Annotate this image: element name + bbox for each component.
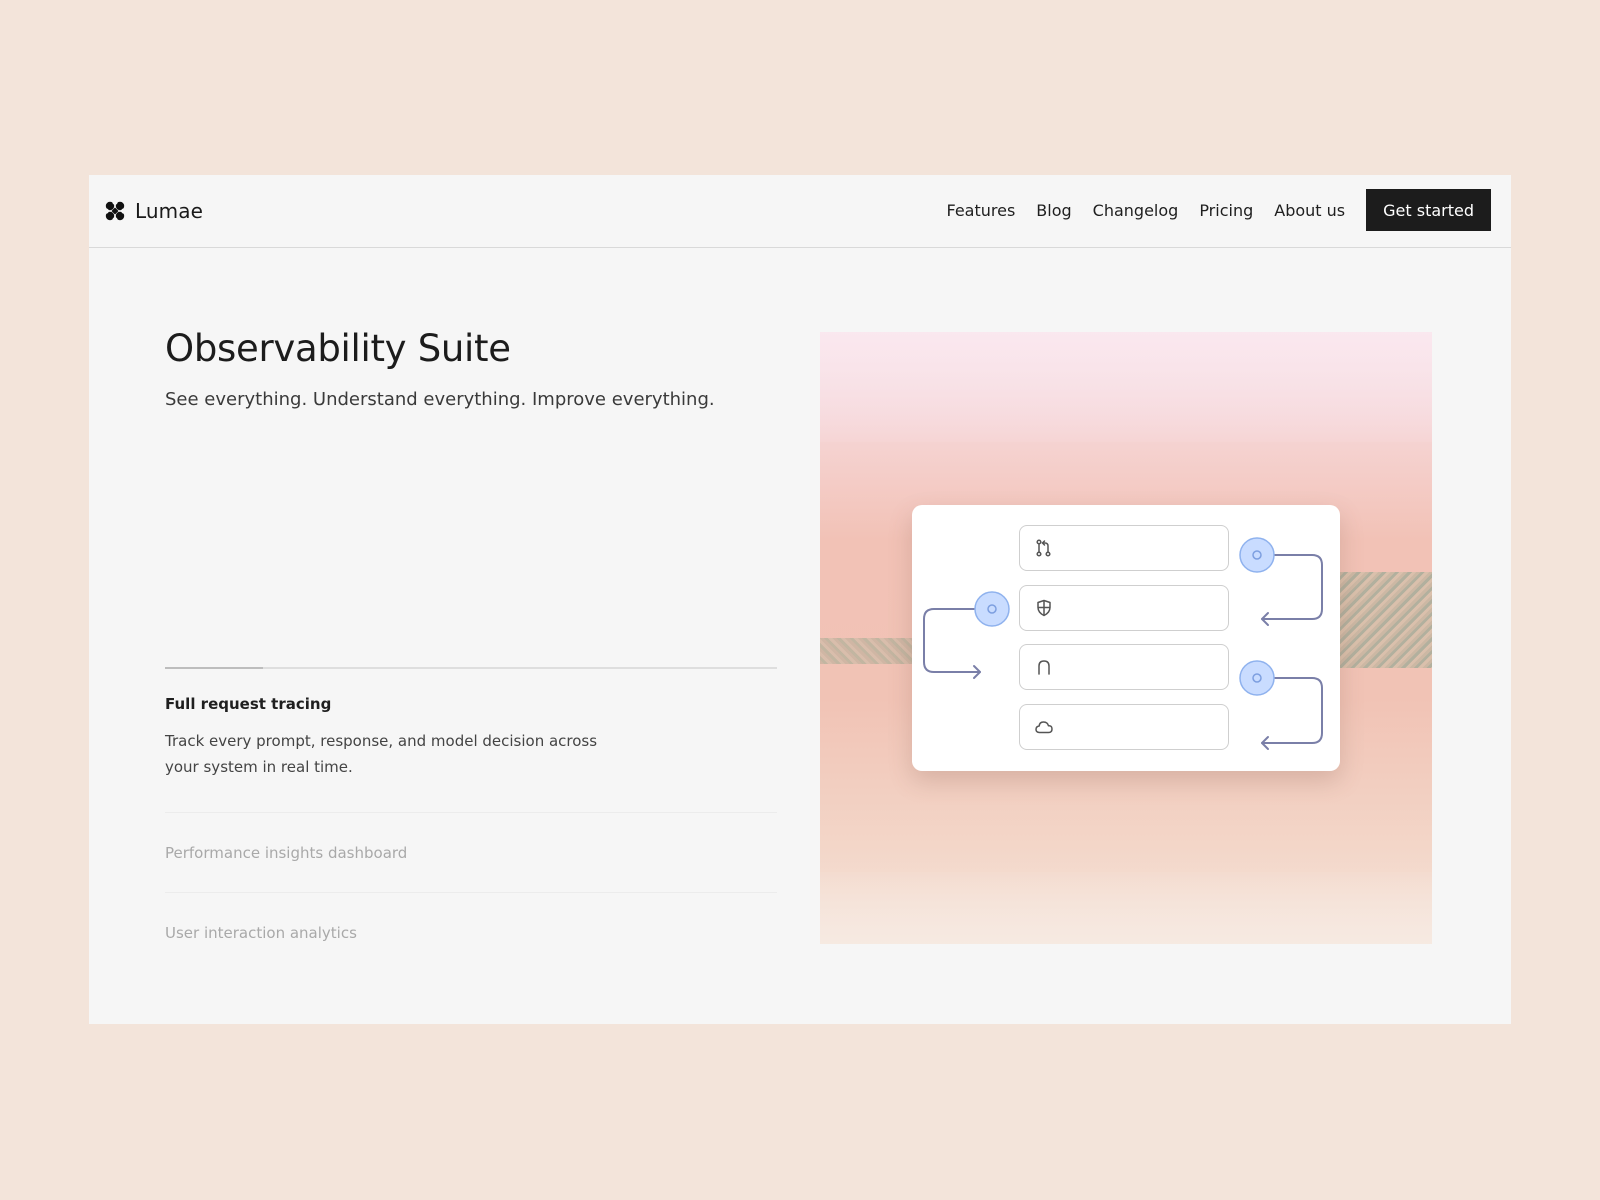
illustration-texture-strip: [1340, 572, 1432, 668]
magnet-icon: [1038, 660, 1050, 675]
nav-link-blog[interactable]: Blog: [1036, 201, 1071, 220]
feature-item-performance-insights[interactable]: Performance insights dashboard: [165, 844, 407, 862]
feature-progress-bar: [165, 667, 777, 669]
page-title: Observability Suite: [165, 327, 511, 370]
workflow-node-right-bottom: [1239, 660, 1275, 696]
git-pull-request-icon: [1036, 539, 1051, 557]
nav-link-about-us[interactable]: About us: [1274, 201, 1345, 220]
get-started-button[interactable]: Get started: [1366, 189, 1491, 231]
illustration-texture-strip: [820, 638, 912, 664]
cloud-icon: [1035, 721, 1053, 734]
illustration-background-band: [820, 332, 1432, 442]
shield-icon: [1037, 599, 1051, 617]
workflow-field-magnet: [1019, 644, 1229, 690]
browser-window: Lumae Features Blog Changelog Pricing Ab…: [89, 175, 1511, 1024]
brand-logo[interactable]: Lumae: [105, 197, 203, 225]
nav-link-changelog[interactable]: Changelog: [1093, 201, 1179, 220]
four-petal-logo-icon: [105, 201, 125, 221]
feature-illustration: [820, 332, 1432, 944]
feature-progress-fill: [165, 667, 263, 669]
top-navigation-bar: Lumae Features Blog Changelog Pricing Ab…: [89, 175, 1511, 248]
nav-link-features[interactable]: Features: [946, 201, 1015, 220]
workflow-field-pull-request: [1019, 525, 1229, 571]
feature-active-description: Track every prompt, response, and model …: [165, 732, 598, 776]
feature-active-title[interactable]: Full request tracing: [165, 695, 331, 713]
feature-item-user-interaction-analytics[interactable]: User interaction analytics: [165, 924, 357, 942]
page-subtitle: See everything. Understand everything. I…: [165, 389, 715, 410]
workflow-field-shield: [1019, 585, 1229, 631]
primary-nav: Features Blog Changelog Pricing About us…: [946, 189, 1491, 231]
workflow-node-right-top: [1239, 537, 1275, 573]
brand-name: Lumae: [135, 199, 204, 223]
workflow-field-cloud: [1019, 704, 1229, 750]
workflow-card: [912, 505, 1340, 771]
nav-link-pricing[interactable]: Pricing: [1199, 201, 1253, 220]
feature-divider: [165, 892, 777, 893]
workflow-node-left: [974, 591, 1010, 627]
feature-divider: [165, 812, 777, 813]
illustration-background-band: [820, 872, 1432, 944]
